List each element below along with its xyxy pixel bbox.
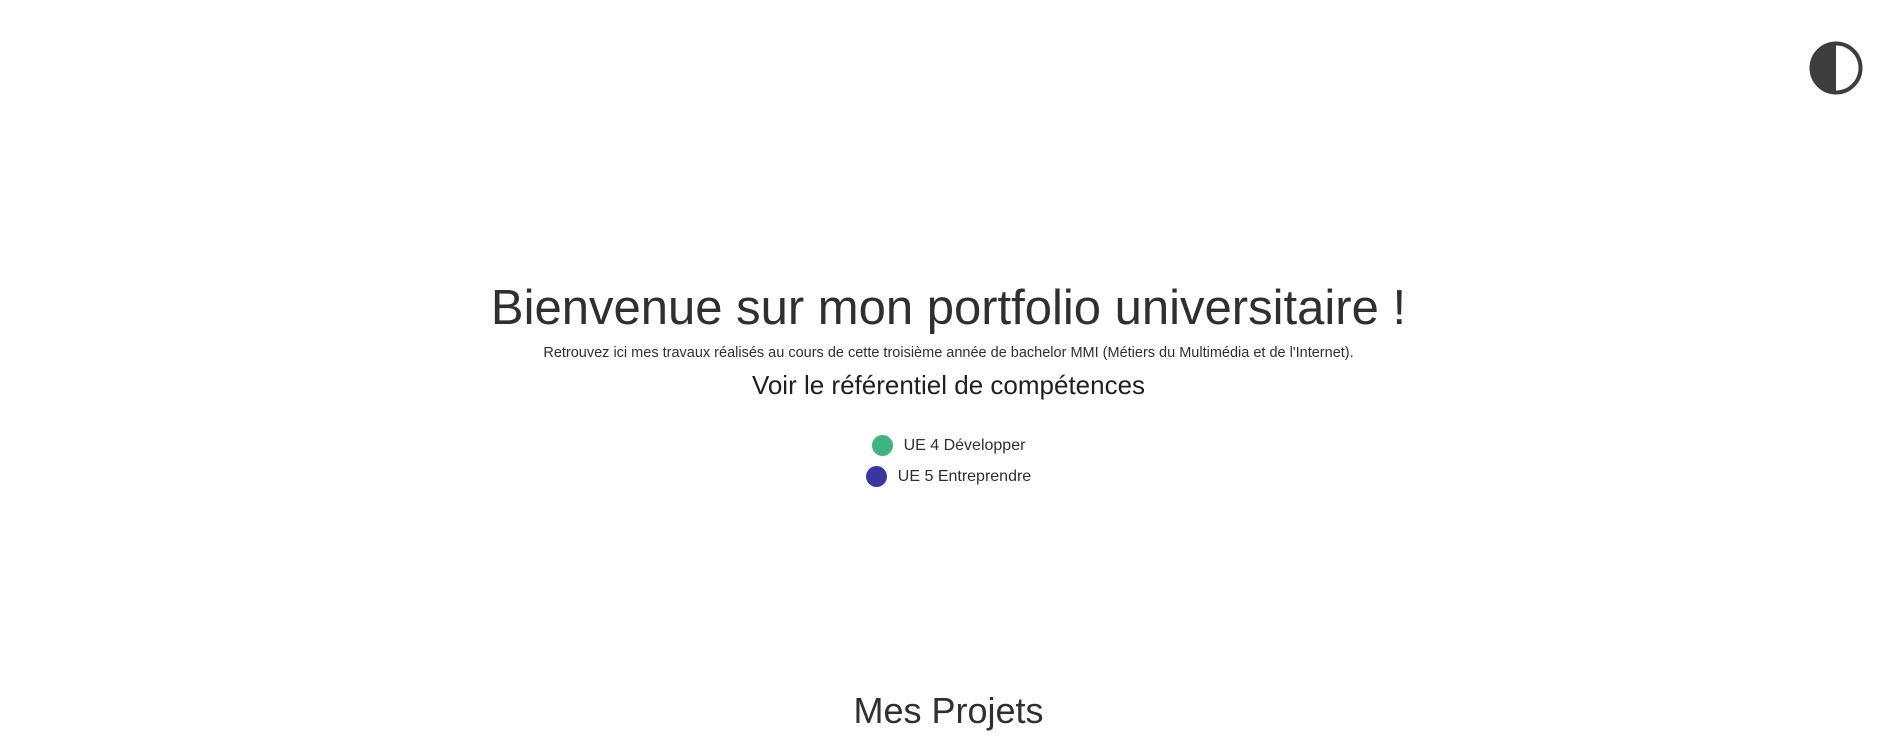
hero-subtitle: Retrouvez ici mes travaux réalisés au co… — [543, 345, 1354, 361]
theme-toggle-button[interactable] — [1808, 40, 1864, 96]
legend-dot-ue5 — [865, 466, 887, 487]
portfolio-page: Bienvenue sur mon portfolio universitair… — [0, 0, 1897, 737]
legend-dot-ue4 — [871, 435, 893, 456]
projects-section-title: Mes Projets — [853, 690, 1044, 731]
referentiel-link[interactable]: Voir le référentiel de compétences — [752, 367, 1145, 403]
legend-label-ue5: UE 5 Entreprendre — [897, 467, 1032, 485]
hero-section: Bienvenue sur mon portfolio universitair… — [0, 276, 1897, 403]
half-circle-contrast-icon — [1809, 41, 1863, 95]
legend-item-ue5: UE 5 Entreprendre — [865, 461, 1032, 492]
legend: UE 4 Développer UE 5 Entreprendre — [0, 430, 1897, 492]
legend-label-ue4: UE 4 Développer — [903, 436, 1026, 454]
page-title: Bienvenue sur mon portfolio universitair… — [490, 281, 1407, 335]
legend-item-ue4: UE 4 Développer — [871, 430, 1026, 461]
